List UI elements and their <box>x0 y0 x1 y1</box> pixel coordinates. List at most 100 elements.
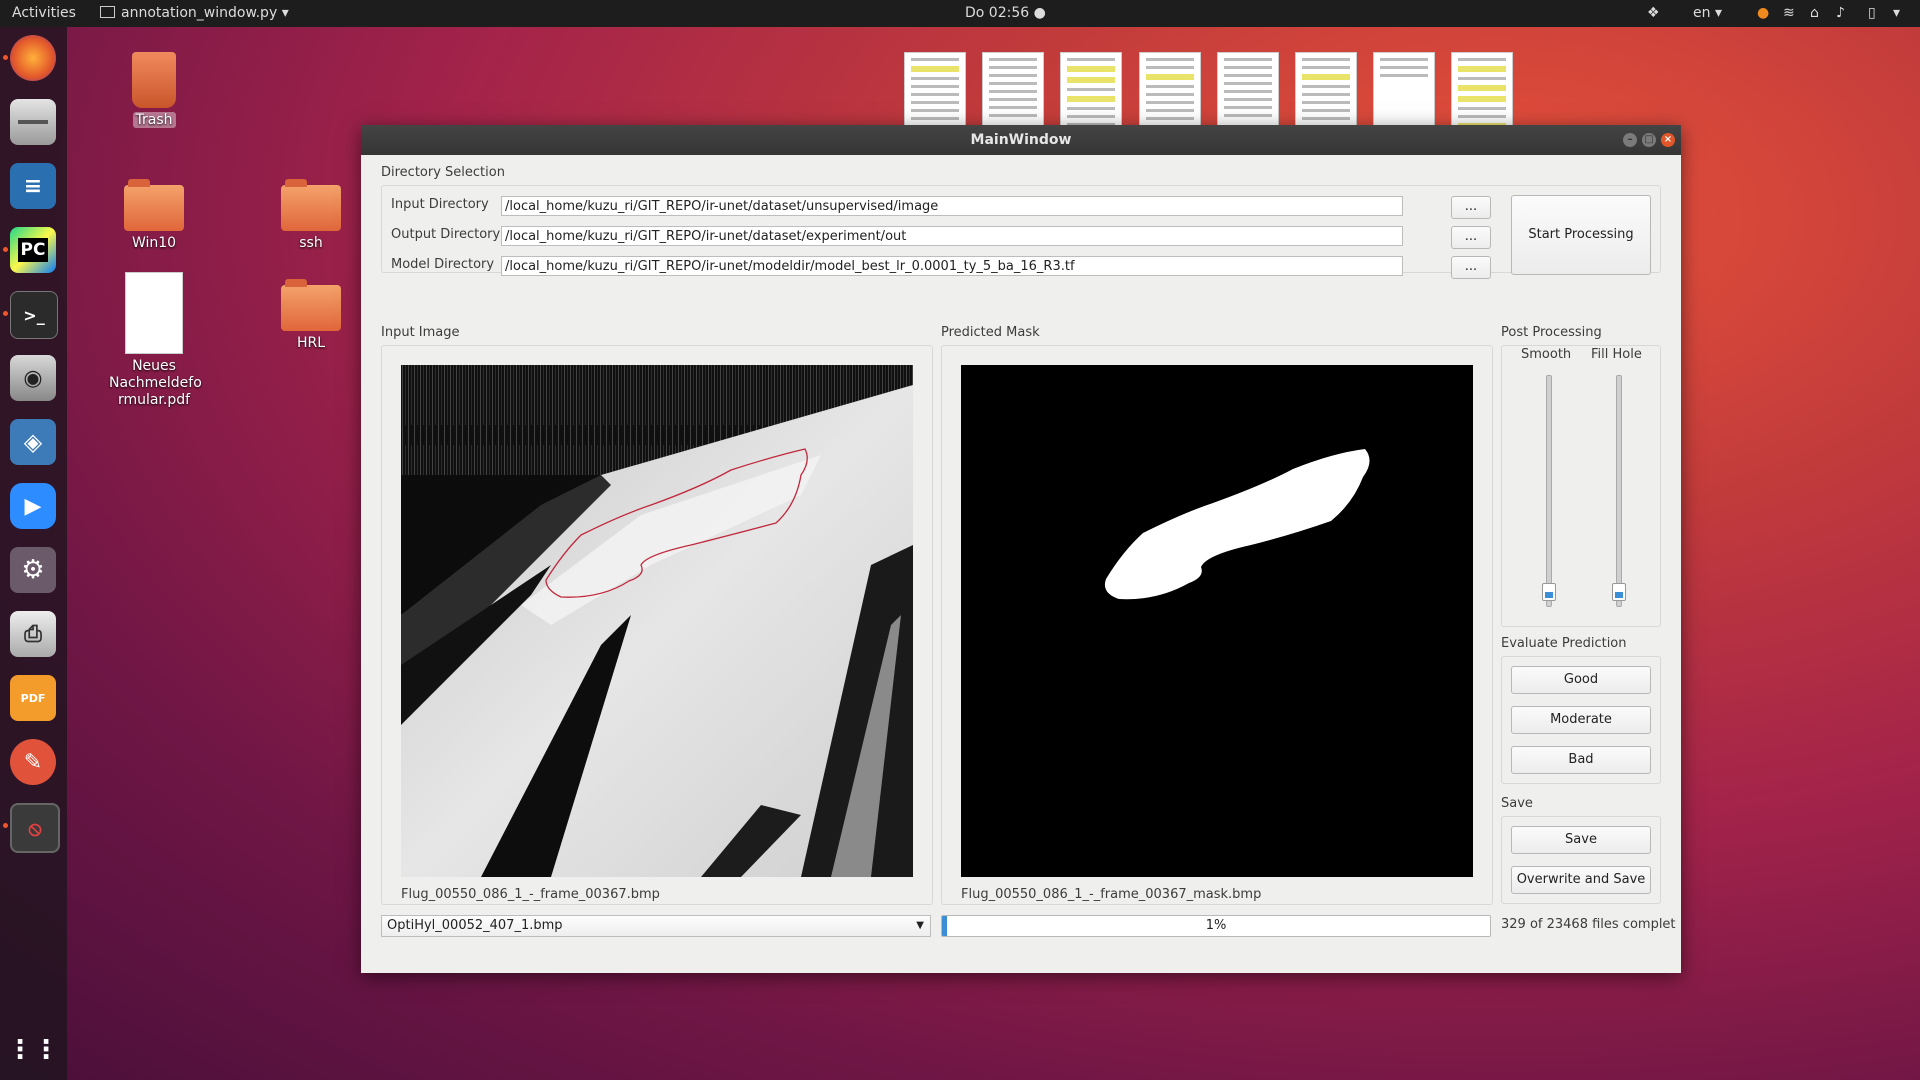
pdf-editor-icon[interactable]: PDF <box>10 675 56 721</box>
terminal-icon[interactable]: >_ <box>10 291 58 339</box>
model-directory-label: Model Directory <box>391 257 495 272</box>
running-indicator <box>3 247 8 252</box>
fill-hole-slider-handle[interactable] <box>1612 583 1626 601</box>
app-menu-label: annotation_window.py <box>121 5 278 21</box>
lock-icon[interactable]: ⌂ <box>1810 5 1819 21</box>
close-icon[interactable]: × <box>1661 133 1675 147</box>
document-thumbnail[interactable] <box>1060 52 1122 126</box>
slider-fill <box>1615 592 1623 598</box>
maximize-icon[interactable]: □ <box>1642 133 1656 147</box>
show-apps-icon[interactable]: ⋮⋮ <box>7 1027 59 1073</box>
moderate-button[interactable]: Moderate <box>1511 706 1651 734</box>
folder-icon <box>281 179 341 231</box>
window-title: MainWindow <box>970 132 1072 148</box>
chevron-down-icon: ▼ <box>916 920 924 931</box>
browse-output-button[interactable]: ... <box>1451 226 1491 249</box>
desktop-icon-hrl[interactable]: HRL <box>256 279 366 351</box>
firefox-icon[interactable] <box>10 35 56 81</box>
minimize-icon[interactable]: – <box>1623 133 1637 147</box>
predicted-mask-image <box>961 365 1473 877</box>
zoom-icon[interactable]: ▶ <box>10 483 56 529</box>
app-menu[interactable]: annotation_window.py ▾ <box>100 5 289 21</box>
desktop-icon-trash[interactable]: Trash <box>99 52 209 128</box>
dock: ≡ PC >_ ◉ ◈ ▶ ⚙ ⎙ PDF ✎ ⦸ ⋮⋮ <box>0 27 67 1080</box>
progress-label: 1% <box>1205 918 1227 933</box>
desktop-icon-label: Neues Nachmeldefo rmular.pdf <box>109 358 202 408</box>
pdf-file-icon <box>125 272 183 354</box>
trash-icon <box>132 52 176 108</box>
camera-icon[interactable]: ◉ <box>10 355 56 401</box>
top-bar: Activities annotation_window.py ▾ Do 02:… <box>0 0 1920 27</box>
desktop-icon-label: Win10 <box>131 235 177 251</box>
clock[interactable]: Do 02:56 ● <box>965 5 1046 21</box>
document-thumbnail[interactable] <box>1217 52 1279 126</box>
model-directory-field[interactable]: /local_home/kuzu_ri/GIT_REPO/ir-unet/mod… <box>501 256 1403 276</box>
volume-icon[interactable]: ♪ <box>1836 5 1845 21</box>
chevron-down-icon[interactable]: ▾ <box>1893 5 1900 21</box>
window-icon <box>100 6 115 18</box>
fill-hole-slider-track <box>1616 375 1622 607</box>
browse-input-button[interactable]: ... <box>1451 196 1491 219</box>
chevron-down-icon: ▾ <box>281 5 289 21</box>
battery-icon[interactable]: ▯ <box>1868 5 1876 21</box>
settings-icon[interactable]: ⚙ <box>10 547 56 593</box>
file-select-value: OptiHyl_00052_407_1.bmp <box>387 918 563 933</box>
desktop-icon-ssh[interactable]: ssh <box>256 179 366 251</box>
file-select-dropdown[interactable]: OptiHyl_00052_407_1.bmp ▼ <box>381 915 931 937</box>
directory-selection-heading: Directory Selection <box>381 165 505 180</box>
document-thumbnail[interactable] <box>1451 52 1513 126</box>
output-directory-field[interactable]: /local_home/kuzu_ri/GIT_REPO/ir-unet/dat… <box>501 226 1403 246</box>
document-thumbnail[interactable] <box>1373 52 1435 126</box>
post-processing-heading: Post Processing <box>1501 325 1602 340</box>
language-label: en <box>1693 5 1711 21</box>
desktop-icon-pdf[interactable]: Neues Nachmeldefo rmular.pdf <box>99 272 209 409</box>
desktop-icon-label: Trash <box>132 112 176 128</box>
progress-status: 329 of 23468 files complet <box>1501 917 1676 932</box>
input-image-filename: Flug_00550_086_1_-_frame_00367.bmp <box>401 887 660 902</box>
desktop-icon-win10[interactable]: Win10 <box>99 179 209 251</box>
virtualbox-icon[interactable]: ◈ <box>10 419 56 465</box>
post-processing-group <box>1501 345 1661 627</box>
folder-icon <box>281 279 341 331</box>
start-processing-button[interactable]: Start Processing <box>1511 195 1651 275</box>
document-thumbnail[interactable] <box>1139 52 1201 126</box>
running-indicator <box>3 55 8 60</box>
pen-icon[interactable]: ✎ <box>10 739 56 785</box>
files-icon[interactable] <box>10 99 56 145</box>
evaluate-heading: Evaluate Prediction <box>1501 636 1627 651</box>
document-thumbnail[interactable] <box>1295 52 1357 126</box>
window-titlebar[interactable]: MainWindow – □ × <box>361 125 1681 155</box>
status-dot-icon[interactable]: ● <box>1757 5 1769 21</box>
chevron-down-icon: ▾ <box>1714 5 1722 21</box>
fill-hole-label: Fill Hole <box>1591 347 1642 362</box>
smooth-slider-handle[interactable] <box>1542 583 1556 601</box>
desktop-icon-label: HRL <box>296 335 326 351</box>
slider-fill <box>1545 592 1553 598</box>
output-directory-label: Output Directory <box>391 227 501 242</box>
pycharm-icon[interactable]: PC <box>10 227 56 273</box>
input-image <box>401 365 913 877</box>
running-indicator <box>3 311 8 316</box>
clock-label: Do 02:56 <box>965 5 1030 21</box>
overwrite-save-button[interactable]: Overwrite and Save <box>1511 866 1651 894</box>
input-directory-field[interactable]: /local_home/kuzu_ri/GIT_REPO/ir-unet/dat… <box>501 196 1403 216</box>
dropbox-icon[interactable]: ❖ <box>1647 5 1660 21</box>
printer-icon[interactable]: ⎙ <box>10 611 56 657</box>
running-indicator <box>3 823 8 828</box>
browse-model-button[interactable]: ... <box>1451 256 1491 279</box>
writer-icon[interactable]: ≡ <box>10 163 56 209</box>
bad-button[interactable]: Bad <box>1511 746 1651 774</box>
save-heading: Save <box>1501 796 1533 811</box>
desktop-icon-label: ssh <box>299 235 323 251</box>
document-thumbnail[interactable] <box>904 52 966 126</box>
document-thumbnail[interactable] <box>982 52 1044 126</box>
input-image-canvas <box>401 365 913 877</box>
predicted-mask-filename: Flug_00550_086_1_-_frame_00367_mask.bmp <box>961 887 1262 902</box>
language-menu[interactable]: en ▾ <box>1693 5 1722 21</box>
predicted-mask-canvas <box>1104 449 1370 600</box>
annotation-app-icon[interactable]: ⦸ <box>10 803 60 853</box>
wifi-icon[interactable]: ≋ <box>1783 5 1795 21</box>
save-button[interactable]: Save <box>1511 826 1651 854</box>
activities-button[interactable]: Activities <box>12 5 76 21</box>
good-button[interactable]: Good <box>1511 666 1651 694</box>
